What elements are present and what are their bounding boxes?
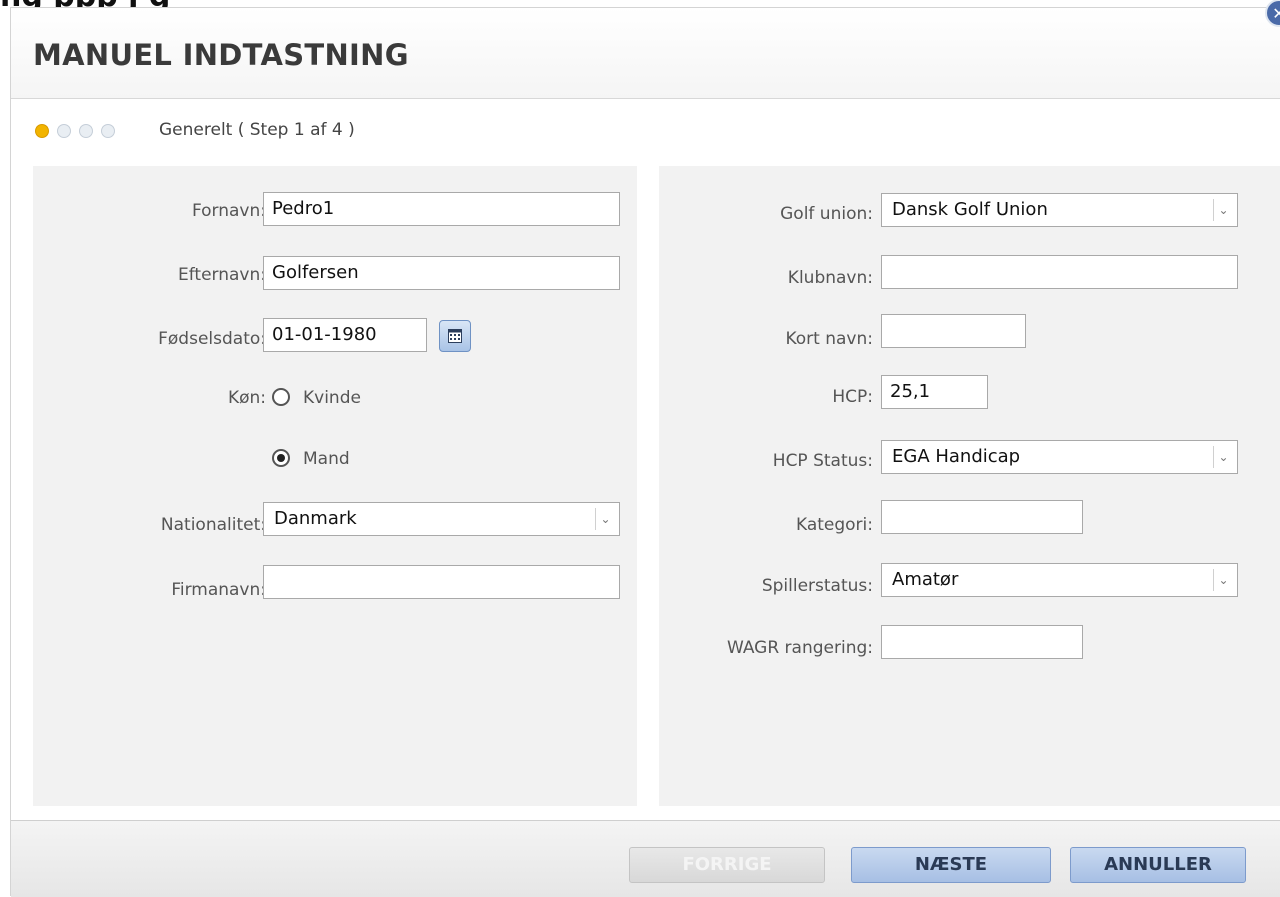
kon-label: Køn:: [227, 388, 266, 408]
chevron-down-icon: ⌄: [1213, 199, 1233, 221]
fodselsdato-label: Fødselsdato:: [158, 329, 266, 349]
manual-entry-dialog: MANUEL INDTASTNING ✕ Generelt ( Step 1 a…: [10, 0, 1280, 897]
hcp-status-select[interactable]: EGA Handicap ⌄: [881, 440, 1238, 474]
radio-kvinde[interactable]: [272, 388, 290, 406]
previous-button[interactable]: FORRIGE: [629, 847, 825, 883]
radio-mand-label: Mand: [303, 449, 350, 469]
step-dot-2: [57, 124, 71, 138]
spillerstatus-select[interactable]: Amatør ⌄: [881, 563, 1238, 597]
general-right-panel: Golf union: Dansk Golf Union ⌄ Klubnavn:…: [659, 166, 1280, 806]
dialog-titlebar: MANUEL INDTASTNING: [11, 8, 1280, 99]
nationalitet-label: Nationalitet:: [160, 515, 266, 535]
spillerstatus-value: Amatør: [892, 569, 959, 590]
hcp-status-value: EGA Handicap: [892, 446, 1021, 467]
fornavn-label: Fornavn:: [191, 201, 266, 221]
efternavn-label: Efternavn:: [178, 265, 266, 285]
wagr-label: WAGR rangering:: [726, 638, 873, 658]
kort-navn-input[interactable]: [881, 314, 1026, 348]
golf-union-value: Dansk Golf Union: [892, 199, 1048, 220]
radio-kvinde-label: Kvinde: [303, 388, 361, 408]
kategori-input[interactable]: [881, 500, 1083, 534]
chevron-down-icon: ⌄: [1213, 569, 1233, 591]
firmanavn-input[interactable]: [263, 565, 620, 599]
dialog-footer: FORRIGE NÆSTE ANNULLER: [11, 820, 1280, 897]
step-dot-4: [101, 124, 115, 138]
calendar-icon[interactable]: [439, 320, 471, 352]
hcp-label: HCP:: [832, 387, 873, 407]
general-left-panel: Fornavn: Pedro1 Efternavn: Golfersen Fød…: [33, 166, 637, 806]
spillerstatus-label: Spillerstatus:: [761, 576, 873, 596]
firmanavn-label: Firmanavn:: [171, 580, 266, 600]
dialog-title: MANUEL INDTASTNING: [33, 38, 409, 72]
klubnavn-label: Klubnavn:: [787, 268, 873, 288]
nationalitet-value: Danmark: [274, 508, 357, 529]
kort-navn-label: Kort navn:: [785, 329, 873, 349]
fornavn-input[interactable]: Pedro1: [263, 192, 620, 226]
step-dot-1: [35, 124, 49, 138]
cancel-button[interactable]: ANNULLER: [1070, 847, 1246, 883]
hcp-input[interactable]: 25,1: [881, 375, 988, 409]
chevron-down-icon: ⌄: [1213, 446, 1233, 468]
fodselsdato-input[interactable]: 01-01-1980: [263, 318, 427, 352]
radio-mand[interactable]: [272, 449, 290, 467]
golf-union-select[interactable]: Dansk Golf Union ⌄: [881, 193, 1238, 227]
kategori-label: Kategori:: [795, 515, 873, 535]
step-label: Generelt ( Step 1 af 4 ): [159, 120, 355, 140]
golf-union-label: Golf union:: [780, 204, 873, 224]
efternavn-input[interactable]: Golfersen: [263, 256, 620, 290]
klubnavn-input[interactable]: [881, 255, 1238, 289]
step-dot-3: [79, 124, 93, 138]
hcp-status-label: HCP Status:: [772, 451, 873, 471]
nationalitet-select[interactable]: Danmark ⌄: [263, 502, 620, 536]
chevron-down-icon: ⌄: [595, 508, 615, 530]
next-button[interactable]: NÆSTE: [851, 847, 1051, 883]
wagr-input[interactable]: [881, 625, 1083, 659]
